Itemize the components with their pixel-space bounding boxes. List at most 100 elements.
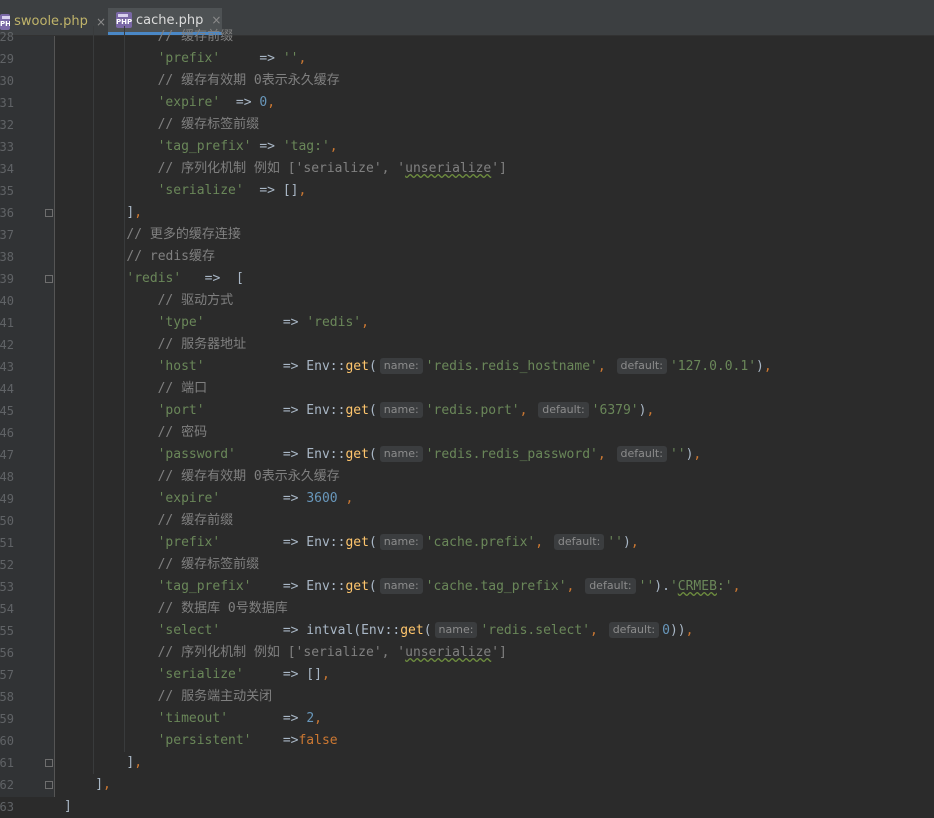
code-keyword: , bbox=[329, 139, 338, 154]
code-keyword: , bbox=[134, 205, 143, 220]
code-string: 'cache.tag_prefix' bbox=[425, 579, 567, 594]
code-line[interactable]: 'serialize' => [], bbox=[56, 664, 330, 686]
code-line[interactable]: ], bbox=[56, 774, 111, 796]
code-token: => bbox=[251, 733, 299, 748]
code-line[interactable]: 'expire' => 0, bbox=[56, 92, 275, 114]
code-token: => Env:: bbox=[204, 359, 346, 374]
code-method: get bbox=[400, 623, 424, 638]
line-number-gutter: 28 29 30 31 32 33 34 35 36 37 38 39 40 41 42 43 44 45 46 47… bbox=[0, 30, 55, 814]
code-keyword: , bbox=[590, 623, 606, 638]
code-string: 'serialize' bbox=[157, 667, 244, 682]
code-line[interactable]: 'timeout' => 2, bbox=[56, 708, 322, 730]
code-line[interactable]: 'tag_prefix' => Env::get(name:'cache.tag… bbox=[56, 576, 740, 598]
code-line[interactable]: // 缓存标签前缀 bbox=[56, 114, 259, 136]
code-string: 'port' bbox=[157, 403, 205, 418]
code-keyword: , bbox=[763, 359, 772, 374]
code-comment: // 更多的缓存连接 bbox=[126, 227, 241, 242]
code-keyword: , bbox=[732, 579, 741, 594]
code-line[interactable]: 'select' => intval(Env::get(name:'redis.… bbox=[56, 620, 693, 642]
code-token: => [ bbox=[181, 271, 244, 286]
code-keyword: , bbox=[535, 535, 551, 550]
code-comment: // 服务端主动关闭 bbox=[157, 689, 273, 704]
code-token: )) bbox=[669, 623, 686, 638]
code-comment: // 服务器地址 bbox=[157, 337, 247, 352]
code-line[interactable]: // 缓存标签前缀 bbox=[56, 554, 259, 576]
line-number: 56 bbox=[0, 646, 14, 660]
code-line[interactable]: // 服务器地址 bbox=[56, 334, 246, 356]
code-line[interactable]: 'prefix' => Env::get(name:'cache.prefix'… bbox=[56, 532, 639, 554]
line-number: 57 bbox=[0, 668, 14, 682]
code-comment: // 序列化机制 例如 ['serialize', ' bbox=[157, 161, 406, 176]
code-string: 'redis' bbox=[306, 315, 362, 330]
code-string: '6379' bbox=[591, 403, 639, 418]
code-line[interactable]: // 缓存有效期 0表示永久缓存 bbox=[56, 70, 340, 92]
fold-marker-icon[interactable] bbox=[45, 781, 53, 789]
line-number: 33 bbox=[0, 140, 14, 154]
code-editor[interactable]: 28 29 30 31 32 33 34 35 36 37 38 39 40 41 42 43 44 45 46 47… bbox=[0, 26, 934, 814]
code-line[interactable]: // 序列化机制 例如 ['serialize', 'unserialize'] bbox=[56, 158, 507, 180]
code-line[interactable]: // 端口 bbox=[56, 378, 207, 400]
code-line[interactable]: // 驱动方式 bbox=[56, 290, 233, 312]
code-line[interactable]: 'type' => 'redis', bbox=[56, 312, 369, 334]
code-keyword: false bbox=[298, 733, 338, 748]
code-comment: // 数据库 0号数据库 bbox=[157, 601, 288, 616]
line-number: 28 bbox=[0, 30, 14, 44]
code-line[interactable]: // 序列化机制 例如 ['serialize', 'unserialize'] bbox=[56, 642, 507, 664]
parameter-hint: default: bbox=[538, 402, 589, 418]
code-token: => bbox=[220, 491, 307, 506]
code-token: ) bbox=[756, 359, 764, 374]
code-line[interactable]: // 缓存前缀 bbox=[56, 26, 233, 48]
code-line[interactable]: ] bbox=[56, 796, 72, 818]
code-line[interactable]: 'port' => Env::get(name:'redis.port', de… bbox=[56, 400, 654, 422]
code-line[interactable]: // redis缓存 bbox=[56, 246, 215, 268]
line-number: 34 bbox=[0, 162, 14, 176]
code-line[interactable]: 'password' => Env::get(name:'redis.redis… bbox=[56, 444, 701, 466]
code-line[interactable]: // 服务端主动关闭 bbox=[56, 686, 272, 708]
code-token: => Env:: bbox=[235, 447, 346, 462]
line-number: 35 bbox=[0, 184, 14, 198]
code-keyword: , bbox=[298, 183, 307, 198]
code-line[interactable]: 'redis' => [ bbox=[56, 268, 244, 290]
code-line[interactable]: // 缓存前缀 bbox=[56, 510, 233, 532]
code-token: ] bbox=[95, 777, 104, 792]
code-method: get bbox=[345, 447, 369, 462]
parameter-hint: name: bbox=[379, 578, 423, 594]
line-number: 31 bbox=[0, 96, 14, 110]
code-line[interactable]: 'prefix' => '', bbox=[56, 48, 307, 70]
line-number: 39 bbox=[0, 272, 14, 286]
code-line[interactable]: // 缓存有效期 0表示永久缓存 bbox=[56, 466, 340, 488]
code-string: 'prefix' bbox=[157, 51, 221, 66]
code-string: '127.0.0.1' bbox=[669, 359, 757, 374]
code-string: '' bbox=[282, 51, 299, 66]
code-token: => [] bbox=[243, 183, 299, 198]
code-keyword: , bbox=[267, 95, 276, 110]
code-line[interactable]: ], bbox=[56, 752, 142, 774]
code-keyword: , bbox=[630, 535, 639, 550]
line-number: 59 bbox=[0, 712, 14, 726]
fold-marker-icon[interactable] bbox=[45, 209, 53, 217]
code-string: 'select' bbox=[157, 623, 221, 638]
code-line[interactable]: 'tag_prefix' => 'tag:', bbox=[56, 136, 338, 158]
line-number: 36 bbox=[0, 206, 14, 220]
code-token: ( bbox=[368, 447, 377, 462]
code-line[interactable]: // 更多的缓存连接 bbox=[56, 224, 241, 246]
parameter-hint: default: bbox=[553, 534, 605, 550]
code-line[interactable]: 'host' => Env::get(name:'redis.redis_hos… bbox=[56, 356, 772, 378]
code-line[interactable]: // 数据库 0号数据库 bbox=[56, 598, 288, 620]
code-line[interactable]: ], bbox=[56, 202, 142, 224]
fold-marker-icon[interactable] bbox=[45, 759, 53, 767]
code-token: ] bbox=[64, 799, 72, 814]
fold-marker-icon[interactable] bbox=[45, 275, 53, 283]
code-string: 'redis.port' bbox=[425, 403, 520, 418]
code-line[interactable]: 'persistent' =>false bbox=[56, 730, 338, 752]
code-line[interactable]: 'expire' => 3600 , bbox=[56, 488, 354, 510]
parameter-hint: name: bbox=[434, 622, 478, 638]
code-string: 'tag_prefix' bbox=[157, 579, 252, 594]
code-comment: // redis缓存 bbox=[126, 249, 216, 264]
parameter-hint: default: bbox=[616, 358, 667, 374]
code-token: ( bbox=[368, 535, 377, 550]
code-comment: // 缓存有效期 0表示永久缓存 bbox=[157, 469, 340, 484]
close-icon[interactable]: × bbox=[211, 13, 221, 27]
code-line[interactable]: // 密码 bbox=[56, 422, 207, 444]
code-line[interactable]: 'serialize' => [], bbox=[56, 180, 307, 202]
